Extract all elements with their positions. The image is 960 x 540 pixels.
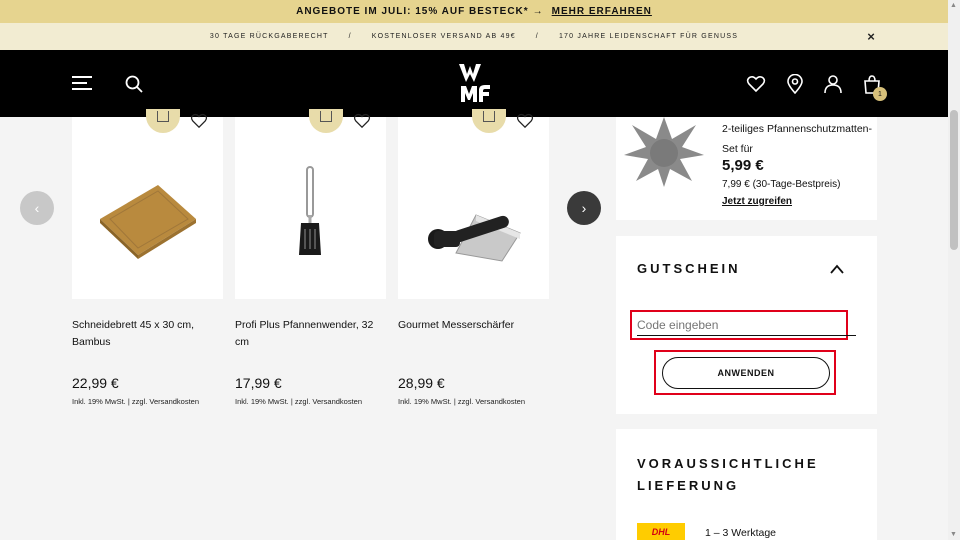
product-card[interactable]: Gourmet Messerschärfer 28,99 € Inkl. 19%… [398, 109, 549, 406]
product-tax-note: Inkl. 19% MwSt. | zzgl. Versandkosten [398, 397, 526, 406]
voucher-code-input[interactable] [637, 314, 856, 336]
wishlist-heart-icon[interactable] [190, 113, 208, 129]
cart-count-badge: 1 [873, 87, 887, 101]
wishlist-heart-icon[interactable] [353, 113, 371, 129]
wishlist-heart-icon[interactable] [516, 113, 534, 129]
wmf-logo[interactable] [458, 62, 492, 104]
carousel-next-button[interactable]: › [567, 191, 601, 225]
page-scrollbar[interactable]: ▲ ▼ [948, 0, 960, 540]
add-to-cart-icon[interactable] [309, 109, 343, 133]
usp-bar: 30 TAGE RÜCKGABERECHT / KOSTENLOSER VERS… [0, 23, 948, 50]
cutting-board-image [100, 185, 196, 259]
scroll-up-icon[interactable]: ▲ [950, 2, 957, 9]
promo-product-panel: 2-teiliges Pfannenschutzmatten-Set für 5… [616, 117, 877, 220]
product-tax-note: Inkl. 19% MwSt. | zzgl. Versandkosten [72, 397, 200, 406]
site-header [0, 50, 948, 117]
close-icon[interactable]: × [867, 29, 876, 44]
add-to-cart-icon[interactable] [146, 109, 180, 133]
promo-arrow: → [532, 6, 544, 17]
usp-item: KOSTENLOSER VERSAND AB 49€ [371, 33, 516, 40]
product-tax-note: Inkl. 19% MwSt. | zzgl. Versandkosten [235, 397, 363, 406]
carousel-prev-button[interactable]: ‹ [20, 191, 54, 225]
menu-icon[interactable] [72, 76, 92, 90]
product-image[interactable] [235, 109, 386, 299]
product-image[interactable] [72, 109, 223, 299]
knife-sharpener-image [428, 214, 521, 262]
store-locator-icon[interactable] [785, 74, 805, 94]
product-card[interactable]: Schneidebrett 45 x 30 cm, Bambus 22,99 €… [72, 109, 223, 406]
usp-item: 170 JAHRE LEIDENSCHAFT FÜR GENUSS [558, 33, 739, 40]
product-card[interactable]: Profi Plus Pfannenwender, 32 cm 17,99 € … [235, 109, 386, 406]
voucher-title[interactable]: GUTSCHEIN [637, 261, 741, 276]
account-icon[interactable] [823, 74, 843, 94]
apply-voucher-button[interactable]: ANWENDEN [662, 357, 830, 389]
promo-product-title: 2-teiliges Pfannenschutzmatten-Set für [722, 123, 872, 155]
add-to-cart-icon[interactable] [472, 109, 506, 133]
product-price: 28,99 € [398, 375, 445, 391]
product-price: 17,99 € [235, 375, 282, 391]
product-price: 22,99 € [72, 375, 119, 391]
promo-product-link[interactable]: Jetzt zugreifen [722, 196, 792, 207]
delivery-panel: VORAUSSICHTLICHE LIEFERUNG DHL 1 – 3 Wer… [616, 429, 877, 540]
promo-product-price: 5,99 € [722, 157, 764, 174]
wishlist-icon[interactable] [746, 74, 766, 94]
usp-separator: / [348, 33, 352, 40]
spatula-image [299, 166, 321, 255]
scrollbar-thumb[interactable] [950, 110, 958, 250]
product-name[interactable]: Schneidebrett 45 x 30 cm, Bambus [72, 317, 223, 367]
search-icon[interactable] [124, 74, 144, 94]
promo-product-old-price: 7,99 € (30-Tage-Bestpreis) [722, 179, 841, 190]
usp-separator: / [535, 33, 539, 40]
pan-protector-image [624, 117, 704, 187]
product-name[interactable]: Profi Plus Pfannenwender, 32 cm [235, 317, 386, 367]
promo-text: ANGEBOTE IM JULI: 15% AUF BESTECK* [296, 6, 529, 17]
product-name[interactable]: Gourmet Messerschärfer [398, 317, 549, 367]
scroll-down-icon[interactable]: ▼ [950, 531, 957, 538]
chevron-up-icon[interactable] [830, 264, 844, 274]
delivery-days: 1 – 3 Werktage [705, 527, 777, 539]
usp-item: 30 TAGE RÜCKGABERECHT [209, 33, 329, 40]
promo-link[interactable]: MEHR ERFAHREN [552, 6, 652, 17]
voucher-panel: GUTSCHEIN ANWENDEN [616, 236, 877, 414]
product-image[interactable] [398, 109, 549, 299]
dhl-logo: DHL [637, 523, 685, 540]
delivery-title: VORAUSSICHTLICHE LIEFERUNG [637, 456, 819, 493]
promo-bar: ANGEBOTE IM JULI: 15% AUF BESTECK* → MEH… [0, 0, 948, 23]
